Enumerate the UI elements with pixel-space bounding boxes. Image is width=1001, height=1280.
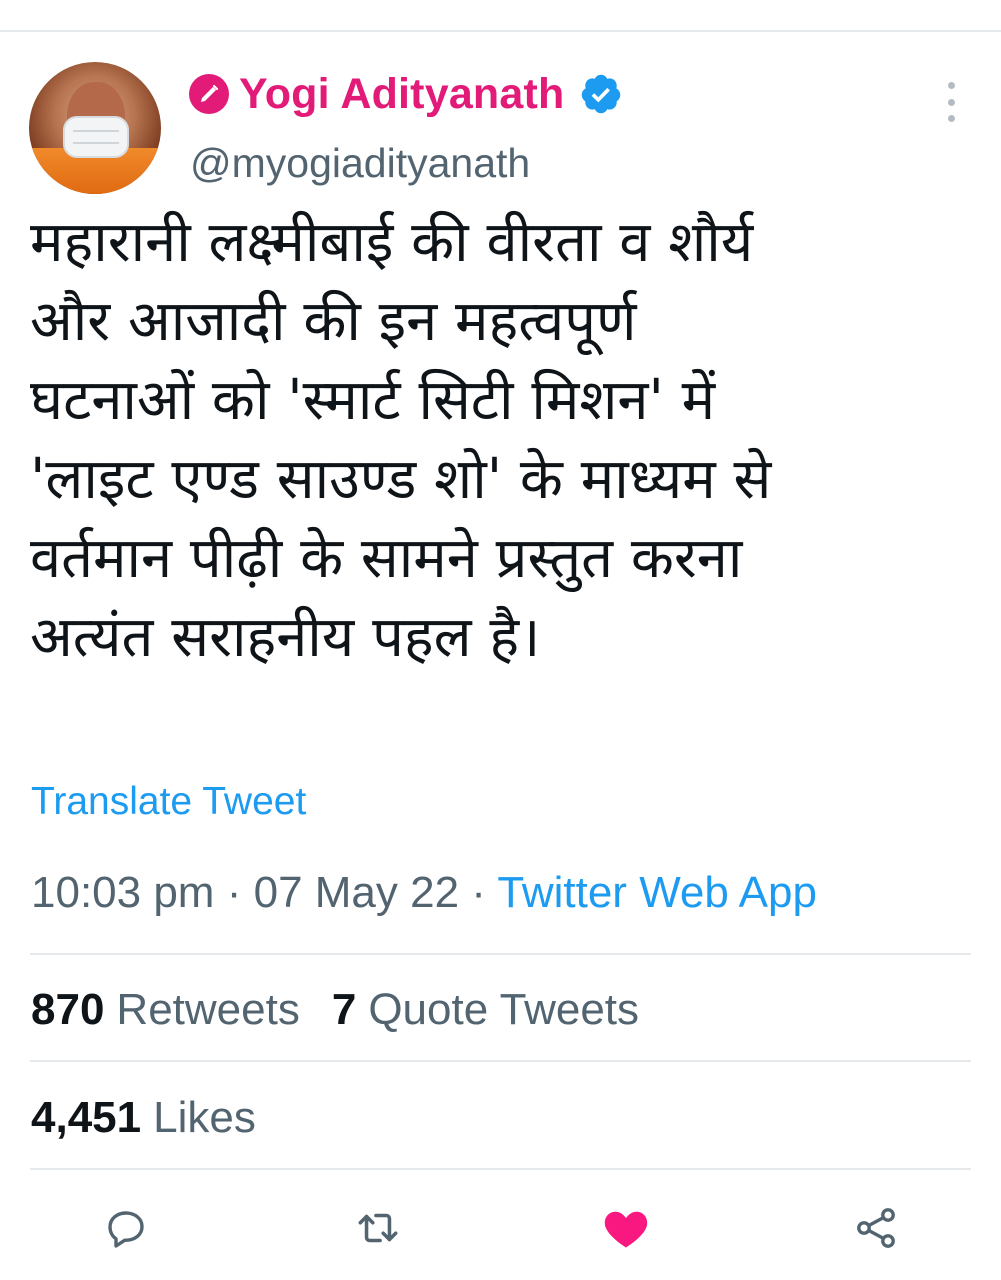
likes-label: Likes [153, 1093, 256, 1142]
author-handle[interactable]: @myogiadityanath [190, 140, 530, 187]
retweet-icon[interactable] [352, 1202, 404, 1254]
meta-separator: · [226, 868, 242, 917]
divider [30, 1168, 971, 1170]
likes-stat[interactable]: 4,451 Likes [31, 1093, 256, 1143]
quotes-count: 7 [331, 985, 357, 1034]
party-badge-icon [189, 74, 229, 114]
tweet-text: महारानी लक्ष्मीबाई की वीरता व शौर्य और आ… [30, 203, 970, 677]
top-divider [0, 30, 1001, 32]
reply-icon[interactable] [100, 1202, 152, 1254]
avatar-mask [63, 116, 129, 158]
retweets-count: 870 [31, 985, 105, 1034]
retweets-stat[interactable]: 870 Retweets [31, 985, 300, 1035]
tweet-action-bar [0, 1192, 1001, 1262]
tweet-line: महारानी लक्ष्मीबाई की वीरता व शौर्य [30, 210, 754, 275]
like-stats: 4,451 Likes [31, 1093, 256, 1143]
more-options-icon[interactable] [938, 82, 964, 122]
quotes-label: Quote Tweets [368, 985, 640, 1034]
tweet-line: वर्तमान पीढ़ी के सामने प्रस्तुत करना [30, 526, 743, 591]
author-display-name[interactable]: Yogi Adityanath [239, 70, 565, 119]
more-dot [947, 98, 955, 106]
tweet-line: 'लाइट एण्ड साउण्ड शो' के माध्यम से [30, 447, 772, 512]
tweet-date[interactable]: 07 May 22 [254, 868, 459, 917]
tweet-meta: 10:03 pm · 07 May 22 · Twitter Web App [31, 868, 817, 918]
retweet-stats: 870 Retweets 7 Quote Tweets [31, 985, 639, 1035]
divider [30, 1060, 971, 1062]
tweet-line: अत्यंत सराहनीय पहल है। [30, 605, 541, 670]
author-avatar[interactable] [29, 62, 161, 194]
more-dot [947, 82, 955, 89]
author-name-row[interactable]: Yogi Adityanath [189, 66, 623, 122]
meta-separator: · [471, 868, 486, 917]
tweet-source-link[interactable]: Twitter Web App [497, 868, 817, 917]
likes-count: 4,451 [31, 1093, 142, 1142]
tweet-line: और आजादी की इन महत्वपूर्ण [30, 289, 637, 354]
verified-badge-icon [581, 74, 620, 114]
quote-tweets-stat[interactable]: 7 Quote Tweets [332, 985, 639, 1035]
tweet-time[interactable]: 10:03 pm [31, 868, 214, 917]
share-icon[interactable] [850, 1202, 902, 1254]
translate-tweet-link[interactable]: Translate Tweet [31, 780, 306, 824]
retweets-label: Retweets [116, 985, 300, 1034]
divider [30, 953, 971, 955]
tweet-line: घटनाओं को 'स्मार्ट सिटी मिशन' में [30, 368, 716, 433]
heart-icon[interactable] [600, 1202, 652, 1254]
more-dot [947, 115, 955, 122]
